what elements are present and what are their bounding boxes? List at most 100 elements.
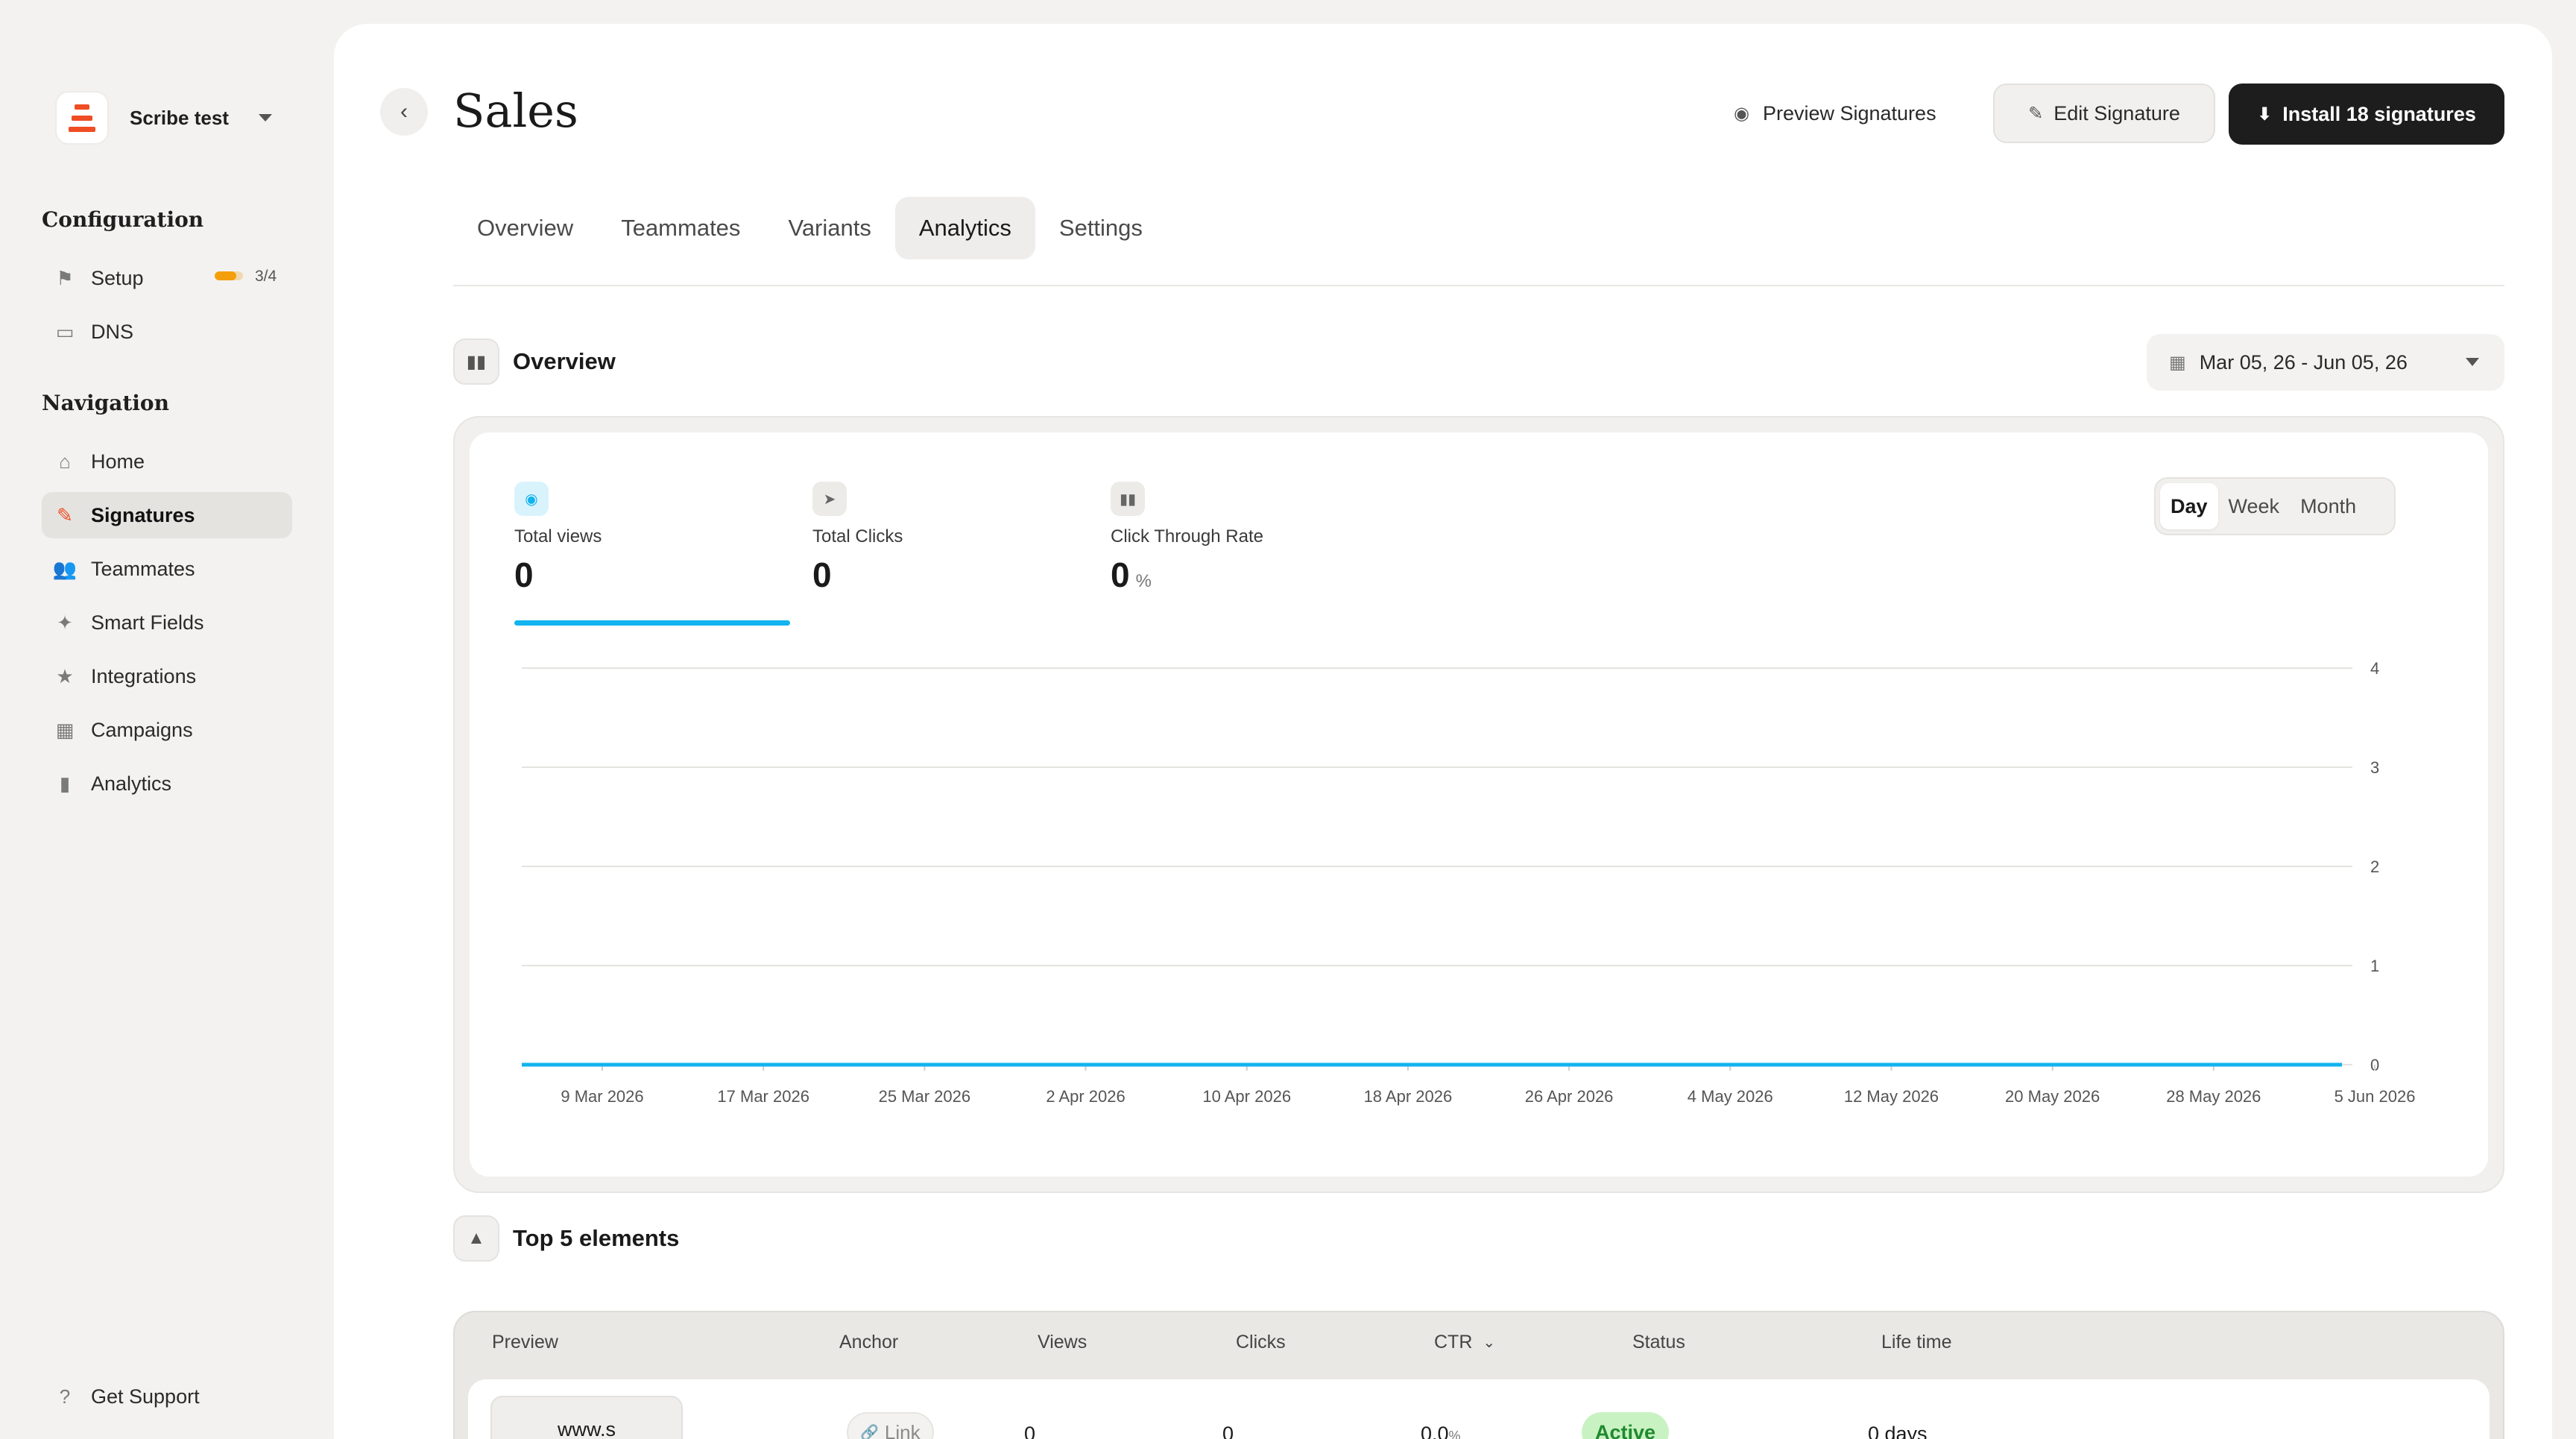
tab-bar: Overview Teammates Variants Analytics Se… <box>453 197 1167 259</box>
preview-signatures-label: Preview Signatures <box>1762 101 1936 125</box>
tabs-divider <box>453 285 2504 286</box>
get-support-label: Get Support <box>91 1385 200 1408</box>
sidebar-item-label: Signatures <box>91 503 195 526</box>
sidebar-item-smart-fields[interactable]: ✦ Smart Fields <box>42 599 292 646</box>
chevron-down-icon <box>2466 358 2479 366</box>
sidebar-item-label: Campaigns <box>91 718 193 741</box>
column-header-clicks: Clicks <box>1236 1332 1286 1353</box>
setup-progress-count: 3/4 <box>255 268 277 285</box>
x-tick-label: 9 Mar 2026 <box>561 1087 643 1106</box>
ctr-unit: % <box>1448 1429 1461 1439</box>
table-row[interactable]: www.s 🔗 Link 0 0 0.0% Active 0 days <box>468 1379 2490 1439</box>
tab-overview[interactable]: Overview <box>453 197 597 259</box>
column-header-ctr-label: CTR <box>1434 1332 1473 1353</box>
sidebar-item-label: DNS <box>91 320 134 343</box>
users-icon: 👥 <box>52 557 78 580</box>
get-support-link[interactable]: ? Get Support <box>42 1373 292 1420</box>
x-tick-label: 28 May 2026 <box>2166 1087 2261 1106</box>
overview-chart-container: ◉ Total views 0 ➤ Total Clicks 0 ▮▮ Clic… <box>453 416 2504 1193</box>
sidebar-item-dns[interactable]: ▭ DNS <box>42 309 292 355</box>
navigation-heading: Navigation <box>42 391 169 415</box>
download-icon: ⬇ <box>2257 104 2273 125</box>
table-header: Preview Anchor Views Clicks CTR ⌄ Status… <box>455 1312 2503 1372</box>
column-header-ctr[interactable]: CTR ⌄ <box>1434 1332 1495 1353</box>
main-panel: ‹ Sales ◉ Preview Signatures ✎ Edit Sign… <box>334 24 2552 1439</box>
sidebar-item-label: Setup <box>91 266 144 289</box>
pencil-icon: ✎ <box>2028 103 2044 124</box>
x-tick-label: 5 Jun 2026 <box>2334 1087 2416 1106</box>
column-header-views: Views <box>1038 1332 1087 1353</box>
sidebar-item-integrations[interactable]: ★ Integrations <box>42 653 292 699</box>
x-tick-label: 26 Apr 2026 <box>1525 1087 1614 1106</box>
workspace-name: Scribe test <box>130 106 229 129</box>
x-tick-label: 18 Apr 2026 <box>1364 1087 1453 1106</box>
tab-teammates[interactable]: Teammates <box>597 197 764 259</box>
sidebar: Scribe test Configuration ⚑ Setup 3/4 ▭ … <box>0 0 334 1439</box>
anchor-label: Link <box>884 1420 921 1439</box>
sidebar-item-label: Home <box>91 450 145 473</box>
y-tick-label: 1 <box>2370 957 2379 975</box>
edit-signature-button[interactable]: ✎ Edit Signature <box>1993 84 2215 143</box>
y-tick-label: 3 <box>2370 758 2379 777</box>
x-tick-label: 4 May 2026 <box>1688 1087 1773 1106</box>
help-circle-icon: ? <box>59 1385 71 1408</box>
column-header-lifetime: Life time <box>1881 1332 1952 1353</box>
cell-ctr: 0.0% <box>1421 1423 1461 1439</box>
monitor-icon: ▭ <box>55 320 75 343</box>
setup-progress-bar <box>215 271 243 280</box>
sidebar-item-label: Integrations <box>91 664 197 687</box>
wand-icon: ✦ <box>57 611 73 634</box>
x-tick-label: 10 Apr 2026 <box>1202 1087 1291 1106</box>
x-tick-label: 20 May 2026 <box>2005 1087 2100 1106</box>
anchor-chip: 🔗 Link <box>847 1412 934 1439</box>
install-signatures-label: Install 18 signatures <box>2282 102 2476 125</box>
overview-section-header: ▮▮ Overview <box>453 339 616 385</box>
date-range-picker[interactable]: ▦ Mar 05, 26 - Jun 05, 26 <box>2147 334 2504 391</box>
back-button[interactable]: ‹ <box>380 88 428 136</box>
eye-icon: ◉ <box>1734 103 1749 124</box>
workspace-logo <box>55 91 109 145</box>
status-badge: Active <box>1582 1412 1670 1439</box>
cell-lifetime: 0 days <box>1868 1423 1928 1439</box>
top-elements-title: Top 5 elements <box>513 1225 680 1251</box>
sidebar-item-home[interactable]: ⌂ Home <box>42 438 292 485</box>
y-tick-label: 2 <box>2370 857 2379 876</box>
y-tick-label: 4 <box>2370 659 2379 678</box>
chevron-down-icon: ⌄ <box>1483 1335 1496 1351</box>
page-title: Sales <box>453 84 578 138</box>
sidebar-item-analytics[interactable]: ▮ Analytics <box>42 761 292 807</box>
triangle-icon: ▲ <box>453 1215 499 1262</box>
calendar-icon: ▦ <box>55 718 75 741</box>
flag-icon: ⚑ <box>56 266 74 289</box>
preview-signatures-button[interactable]: ◉ Preview Signatures <box>1734 89 1936 137</box>
sidebar-item-label: Smart Fields <box>91 611 204 634</box>
workspace-switcher[interactable]: Scribe test <box>55 91 272 145</box>
chevron-left-icon: ‹ <box>400 99 408 124</box>
chevron-down-icon <box>258 114 272 122</box>
calendar-icon: ▦ <box>2169 352 2186 373</box>
sidebar-item-campaigns[interactable]: ▦ Campaigns <box>42 707 292 753</box>
views-line-chart: 012349 Mar 202617 Mar 202625 Mar 20262 A… <box>522 659 2416 1106</box>
pen-icon: ✎ <box>57 503 73 526</box>
install-signatures-button[interactable]: ⬇ Install 18 signatures <box>2229 84 2504 145</box>
link-icon: 🔗 <box>860 1424 879 1439</box>
top-elements-section-header: ▲ Top 5 elements <box>453 1215 679 1262</box>
bar-chart-icon: ▮ <box>59 772 71 795</box>
tab-settings[interactable]: Settings <box>1035 197 1167 259</box>
configuration-heading: Configuration <box>42 207 204 232</box>
x-tick-label: 17 Mar 2026 <box>717 1087 809 1106</box>
sidebar-item-signatures[interactable]: ✎ Signatures <box>42 492 292 538</box>
cell-views: 0 <box>1024 1423 1036 1439</box>
x-tick-label: 12 May 2026 <box>1844 1087 1939 1106</box>
date-range-value: Mar 05, 26 - Jun 05, 26 <box>2199 350 2408 374</box>
x-tick-label: 2 Apr 2026 <box>1046 1087 1125 1106</box>
tab-variants[interactable]: Variants <box>764 197 894 259</box>
ctr-value: 0.0 <box>1421 1423 1449 1439</box>
x-tick-label: 25 Mar 2026 <box>879 1087 971 1106</box>
sidebar-item-teammates[interactable]: 👥 Teammates <box>42 546 292 592</box>
edit-signature-label: Edit Signature <box>2053 101 2180 125</box>
bar-chart-icon: ▮▮ <box>453 339 499 385</box>
sidebar-item-setup[interactable]: ⚑ Setup 3/4 <box>42 255 292 301</box>
tab-analytics[interactable]: Analytics <box>894 197 1035 259</box>
element-preview[interactable]: www.s <box>490 1396 683 1439</box>
